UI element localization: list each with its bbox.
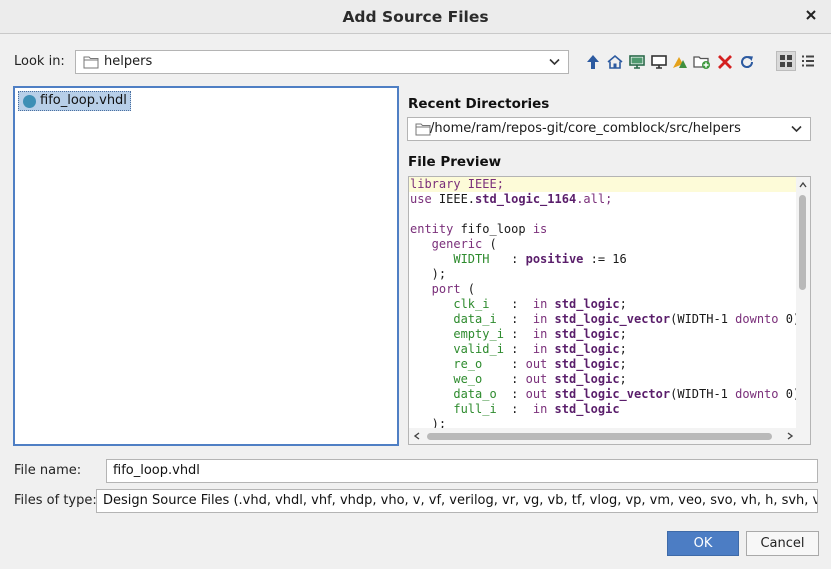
code-line: full_i : in std_logic [410,402,620,416]
file-name-field[interactable]: fifo_loop.vhdl [106,459,818,483]
file-item-name: fifo_loop.vhdl [40,93,127,108]
recent-directories-dropdown[interactable]: /home/ram/repos-git/core_comblock/src/he… [407,117,811,141]
code-line: library IEEE; [409,177,797,192]
scroll-right-icon[interactable] [786,432,794,440]
look-in-label: Look in: [14,54,65,69]
code-line: entity fifo_loop is [410,222,548,236]
vertical-scrollbar[interactable] [796,177,810,429]
chevron-down-icon [549,58,560,66]
code-line: port ( [410,282,476,296]
home-icon[interactable] [606,53,624,71]
chevron-down-icon [791,125,802,133]
code-line: empty_i : in std_logic; [410,327,627,341]
scroll-left-icon[interactable] [413,432,421,440]
code-line: clk_i : in std_logic; [410,297,627,311]
desktop-icon[interactable] [628,53,646,71]
code-line: we_o : out std_logic; [410,372,627,386]
file-list[interactable]: fifo_loop.vhdl [13,86,399,446]
grid-view-icon [780,55,792,67]
folder-icon [415,123,431,136]
scroll-up-icon[interactable] [799,181,807,189]
files-of-type-field[interactable]: Design Source Files (.vhd, vhdl, vhf, vh… [96,489,818,513]
refresh-icon[interactable] [738,53,756,71]
recent-directories-title: Recent Directories [408,96,550,112]
ok-button[interactable]: OK [667,531,739,556]
project-icon[interactable] [671,53,689,71]
close-icon[interactable] [805,9,817,21]
look-in-dropdown[interactable]: helpers [75,50,569,74]
vhdl-file-icon [23,95,36,108]
thumbnail-view-button[interactable] [776,51,796,71]
title-bar: Add Source Files [0,0,831,34]
vertical-scroll-thumb[interactable] [799,195,806,290]
list-view-button[interactable] [798,51,818,71]
up-folder-icon[interactable] [584,53,602,71]
horizontal-scroll-thumb[interactable] [427,433,772,440]
code-line: WIDTH : positive := 16 [410,252,627,266]
code-line: ); [410,267,447,281]
cancel-button[interactable]: Cancel [746,531,819,556]
list-item[interactable]: fifo_loop.vhdl [18,91,131,111]
code-line: use IEEE.std_logic_1164.all; [410,192,613,206]
file-name-label: File name: [14,463,82,478]
dialog-title: Add Source Files [342,8,489,26]
code-line: valid_i : in std_logic; [410,342,627,356]
code-line: re_o : out std_logic; [410,357,627,371]
code-preview: library IEEE; use IEEE.std_logic_1164.all… [409,177,797,429]
file-preview-title: File Preview [408,154,502,170]
files-of-type-label: Files of type: [14,493,97,508]
horizontal-scrollbar[interactable] [409,428,810,444]
look-in-value: helpers [104,54,153,69]
delete-icon[interactable] [716,53,734,71]
folder-icon [83,56,99,69]
computer-icon[interactable] [650,53,668,71]
file-preview[interactable]: library IEEE; use IEEE.std_logic_1164.all… [408,176,811,445]
code-line: generic ( [410,237,497,251]
list-view-icon [802,55,814,67]
recent-directories-value: /home/ram/repos-git/core_comblock/src/he… [430,121,741,136]
new-folder-icon[interactable] [693,53,711,71]
code-line: data_i : in std_logic_vector(WIDTH-1 dow… [410,312,797,326]
code-line: data_o : out std_logic_vector(WIDTH-1 do… [410,387,797,401]
